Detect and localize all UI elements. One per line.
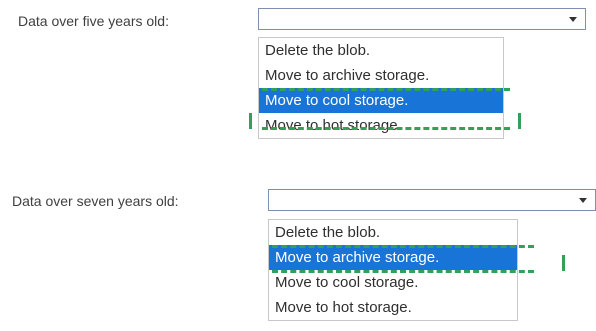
q2-option-delete[interactable]: Delete the blob. xyxy=(269,220,517,245)
q1-answer-marker-bottom xyxy=(262,127,510,130)
q1-answer-marker-right xyxy=(518,113,521,129)
q2-label: Data over seven years old: xyxy=(12,193,179,209)
q1-option-hot[interactable]: Move to hot storage. xyxy=(259,113,503,138)
q2-option-archive[interactable]: Move to archive storage. xyxy=(269,245,517,270)
q1-option-archive[interactable]: Move to archive storage. xyxy=(259,63,503,88)
chevron-down-icon[interactable] xyxy=(579,198,587,203)
q2-answer-marker-right xyxy=(562,255,565,271)
q2-answer-marker-top xyxy=(272,245,534,248)
q1-answer-marker-top xyxy=(262,88,510,91)
q1-option-cool[interactable]: Move to cool storage. xyxy=(259,88,503,113)
q1-answer-marker-left xyxy=(249,113,252,129)
q2-option-cool[interactable]: Move to cool storage. xyxy=(269,270,517,295)
chevron-down-icon[interactable] xyxy=(569,17,577,22)
q1-dropdown[interactable] xyxy=(258,8,586,30)
q2-dropdown[interactable] xyxy=(268,189,596,211)
q2-answer-marker-bottom xyxy=(272,270,534,273)
q1-label: Data over five years old: xyxy=(18,13,169,29)
q2-option-hot[interactable]: Move to hot storage. xyxy=(269,295,517,320)
q1-option-delete[interactable]: Delete the blob. xyxy=(259,38,503,63)
